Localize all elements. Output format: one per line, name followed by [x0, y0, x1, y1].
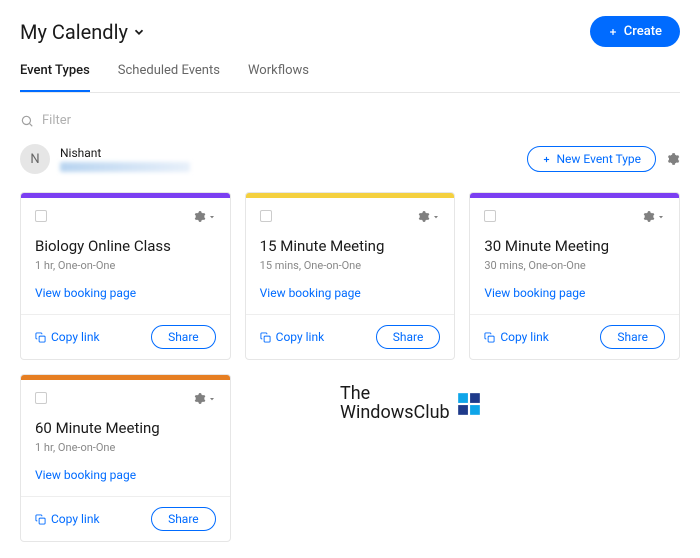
watermark-line2: WindowsClub [340, 404, 450, 423]
avatar[interactable]: N [20, 144, 50, 174]
copy-link-button[interactable]: Copy link [35, 512, 100, 526]
chevron-down-icon [132, 25, 146, 39]
create-label: Create [624, 24, 662, 39]
caret-down-icon [432, 213, 440, 221]
copy-icon [484, 332, 495, 343]
windowsclub-logo-icon [456, 391, 482, 417]
card-settings-dropdown[interactable] [193, 210, 216, 223]
share-button[interactable]: Share [600, 325, 665, 349]
view-booking-link[interactable]: View booking page [35, 286, 136, 300]
card-title: Biology Online Class [35, 237, 216, 255]
tab-scheduled-events[interactable]: Scheduled Events [118, 63, 220, 92]
event-card: 30 Minute Meeting 30 mins, One-on-One Vi… [469, 192, 680, 360]
share-button[interactable]: Share [376, 325, 441, 349]
card-checkbox[interactable] [260, 210, 272, 222]
event-card-grid: Biology Online Class 1 hr, One-on-One Vi… [20, 192, 680, 542]
search-icon [20, 114, 34, 128]
view-booking-link[interactable]: View booking page [484, 286, 585, 300]
filter-placeholder: Filter [42, 113, 71, 128]
card-settings-dropdown[interactable] [642, 210, 665, 223]
copy-link-label: Copy link [51, 330, 100, 344]
card-subtitle: 30 mins, One-on-One [484, 259, 665, 272]
caret-down-icon [208, 213, 216, 221]
user-link-redacted [60, 162, 190, 172]
caret-down-icon [208, 395, 216, 403]
plus-icon [608, 27, 618, 37]
card-settings-dropdown[interactable] [417, 210, 440, 223]
copy-link-button[interactable]: Copy link [260, 330, 325, 344]
user-info-block: N Nishant [20, 144, 190, 174]
card-title: 30 Minute Meeting [484, 237, 665, 255]
page-header: My Calendly Create [20, 16, 680, 47]
event-card: 15 Minute Meeting 15 mins, One-on-One Vi… [245, 192, 456, 360]
share-button[interactable]: Share [151, 325, 216, 349]
copy-link-button[interactable]: Copy link [484, 330, 549, 344]
copy-link-label: Copy link [51, 512, 100, 526]
view-booking-link[interactable]: View booking page [35, 468, 136, 482]
card-title: 60 Minute Meeting [35, 419, 216, 437]
copy-icon [35, 514, 46, 525]
copy-link-label: Copy link [276, 330, 325, 344]
page-title: My Calendly [20, 20, 128, 44]
copy-link-label: Copy link [500, 330, 549, 344]
tab-event-types[interactable]: Event Types [20, 63, 90, 92]
filter-row[interactable]: Filter [20, 113, 680, 128]
copy-icon [260, 332, 271, 343]
new-event-label: New Event Type [557, 152, 642, 166]
gear-icon [642, 210, 655, 223]
event-card: Biology Online Class 1 hr, One-on-One Vi… [20, 192, 231, 360]
plus-icon [542, 155, 551, 164]
new-event-type-button[interactable]: New Event Type [527, 146, 657, 172]
card-checkbox[interactable] [484, 210, 496, 222]
watermark: The WindowsClub [340, 385, 482, 423]
user-name: Nishant [60, 146, 190, 160]
card-title: 15 Minute Meeting [260, 237, 441, 255]
caret-down-icon [657, 213, 665, 221]
gear-icon [193, 210, 206, 223]
gear-icon [417, 210, 430, 223]
gear-icon [193, 392, 206, 405]
title-dropdown[interactable]: My Calendly [20, 20, 146, 44]
card-settings-dropdown[interactable] [193, 392, 216, 405]
card-subtitle: 1 hr, One-on-One [35, 259, 216, 272]
card-subtitle: 15 mins, One-on-One [260, 259, 441, 272]
view-booking-link[interactable]: View booking page [260, 286, 361, 300]
tab-workflows[interactable]: Workflows [248, 63, 309, 92]
create-button[interactable]: Create [590, 16, 680, 47]
user-row: N Nishant New Event Type [20, 144, 680, 174]
share-button[interactable]: Share [151, 507, 216, 531]
copy-icon [35, 332, 46, 343]
tabs: Event Types Scheduled Events Workflows [20, 63, 680, 93]
copy-link-button[interactable]: Copy link [35, 330, 100, 344]
event-card: 60 Minute Meeting 1 hr, One-on-One View … [20, 374, 231, 542]
card-subtitle: 1 hr, One-on-One [35, 441, 216, 454]
gear-icon[interactable] [666, 152, 680, 166]
card-checkbox[interactable] [35, 210, 47, 222]
card-checkbox[interactable] [35, 392, 47, 404]
